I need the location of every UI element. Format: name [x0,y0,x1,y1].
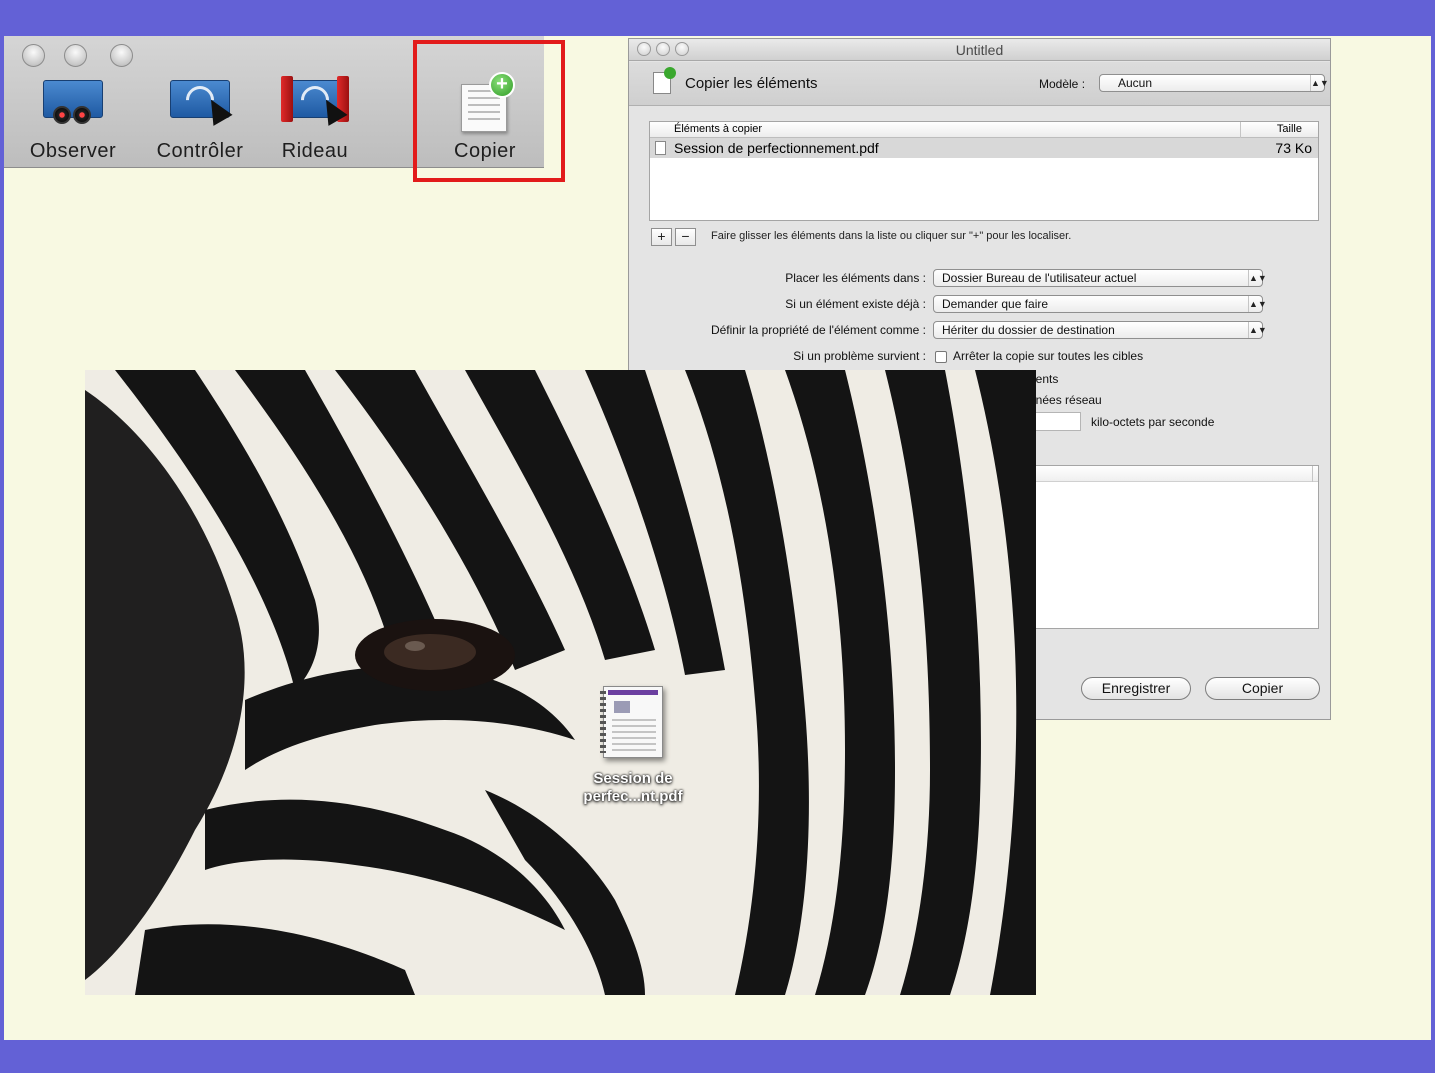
slide-top-band [0,0,1435,36]
toolbar-control-button[interactable]: Contrôler [144,76,256,163]
window-zoom-icon[interactable] [110,44,133,67]
scrollbar[interactable] [1312,466,1318,482]
speed-limit-input[interactable] [1029,412,1081,431]
curtain-screen-icon [281,76,349,134]
pdf-file-icon [655,141,666,155]
stop-copy-label: Arrêter la copie sur toutes les cibles [953,349,1144,363]
items-list-header: Éléments à copier Taille [650,122,1318,138]
pdf-file-icon[interactable] [600,686,663,758]
remove-item-button[interactable]: − [675,228,696,246]
save-button[interactable]: Enregistrer [1081,677,1191,700]
updown-arrow-icon: ▲▼ [1248,322,1267,338]
list-item-size: 73 Ko [1275,140,1312,156]
ownership-select[interactable]: Hériter du dossier de destination ▲▼ [933,321,1267,339]
problem-label: Si un problème survient : [793,349,926,363]
drag-hint: Faire glisser les éléments dans la liste… [711,230,1072,242]
updown-arrow-icon: ▲▼ [1248,296,1267,312]
model-select[interactable]: Aucun ▲▼ [1099,74,1329,92]
task-header: Copier les éléments Modèle : Aucun ▲▼ [629,62,1330,106]
model-select-value: Aucun [1118,76,1153,90]
stop-copy-checkbox[interactable] [935,351,947,363]
updown-arrow-icon: ▲▼ [1310,75,1329,91]
list-item-name: Session de perfectionnement.pdf [674,140,879,156]
toolbar-curtain-label: Rideau [281,140,349,162]
items-list[interactable]: Éléments à copier Taille Session de perf… [649,121,1319,221]
item-exists-select[interactable]: Demander que faire ▲▼ [933,295,1267,313]
item-exists-label: Si un élément existe déjà : [785,297,926,311]
window-close-icon[interactable] [22,44,45,67]
ownership-value: Hériter du dossier de destination [942,323,1115,337]
zebra-wallpaper-image [85,370,1036,995]
toolbar-observe-label: Observer [29,140,117,162]
window-minimize-icon[interactable] [64,44,87,67]
partial-option-2: nnées réseau [1029,393,1102,407]
place-items-select[interactable]: Dossier Bureau de l'utilisateur actuel ▲… [933,269,1267,287]
column-size[interactable]: Taille [1277,123,1302,135]
column-items[interactable]: Éléments à copier [674,123,762,135]
control-screen-icon [166,76,234,134]
slide: Observer Contrôler Rideau + Copier Untit… [4,36,1431,1040]
slide-bottom-band [0,1040,1435,1073]
window-title: Untitled [955,42,1004,58]
add-item-button[interactable]: + [651,228,672,246]
item-exists-value: Demander que faire [942,297,1049,311]
desktop-wallpaper: Session de perfec...nt.pdf [85,370,1036,995]
list-item[interactable]: Session de perfectionnement.pdf 73 Ko [650,138,1318,158]
copy-button-highlight [413,40,565,182]
model-label: Modèle : [1039,77,1086,91]
toolbar-control-label: Contrôler [156,140,244,162]
copy-task-icon [653,67,676,94]
desktop-file-label-line2: perfec...nt.pdf [583,788,683,805]
place-items-label: Placer les éléments dans : [785,271,926,285]
copy-button[interactable]: Copier [1205,677,1320,700]
toolbar-observe-button[interactable]: Observer [20,76,126,163]
ownership-label: Définir la propriété de l'élément comme … [710,323,926,337]
window-titlebar: Untitled [629,39,1330,61]
speed-unit-label: kilo-octets par seconde [1091,415,1215,429]
binoculars-screen-icon [39,76,107,134]
desktop-file-label-line1: Session de [593,770,673,787]
place-items-value: Dossier Bureau de l'utilisateur actuel [942,271,1137,285]
updown-arrow-icon: ▲▼ [1248,270,1267,286]
task-title: Copier les éléments [685,75,818,92]
desktop-file-label[interactable]: Session de perfec...nt.pdf [565,770,701,806]
toolbar-curtain-button[interactable]: Rideau [270,76,360,163]
